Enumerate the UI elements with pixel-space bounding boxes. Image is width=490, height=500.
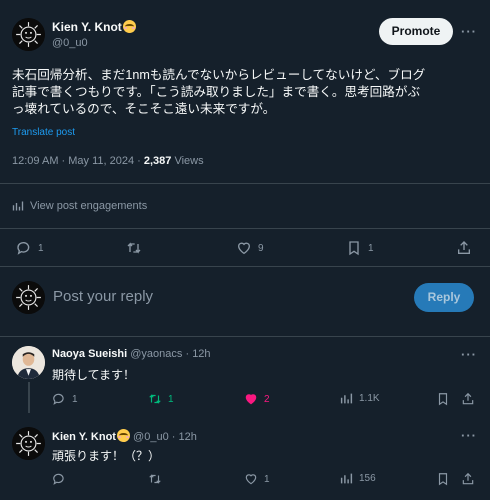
promote-button[interactable]: Promote: [379, 18, 453, 45]
views-action[interactable]: 1.1K: [340, 392, 380, 405]
reply-header: Kien Y. Knot @0_u0 · 12h: [52, 429, 197, 443]
engagements-icon: [12, 201, 24, 211]
divider: [0, 336, 490, 337]
share-action[interactable]: [461, 392, 475, 406]
retweet-action[interactable]: [148, 472, 168, 486]
reply-avatar[interactable]: [12, 346, 45, 379]
blushing-face-emoji-icon: [122, 20, 136, 33]
reply-input[interactable]: Post your reply: [53, 288, 153, 305]
share-icon: [462, 472, 474, 485]
like-action[interactable]: 1: [244, 472, 270, 486]
reply-author-handle[interactable]: @0_u0: [133, 431, 169, 443]
author-handle[interactable]: @0_u0: [52, 37, 88, 49]
sun-face-avatar-icon: [12, 281, 45, 314]
share-icon: [458, 241, 470, 254]
reply-author-handle[interactable]: @yaonacs: [130, 348, 182, 360]
divider: [0, 228, 490, 229]
bookmark-icon: [438, 393, 448, 406]
bookmark-icon: [349, 241, 359, 256]
like-action[interactable]: 9: [236, 240, 264, 256]
tweet-text: 未石回帰分析、まだ1nmも読んでないからレビューしてないけど、ブログ 記事で書く…: [12, 68, 426, 116]
retweet-icon: [149, 474, 161, 484]
share-action[interactable]: [456, 240, 472, 256]
reply-author-name[interactable]: Kien Y. Knot: [52, 429, 130, 443]
retweet-action[interactable]: 1: [148, 392, 174, 406]
reply-action[interactable]: [52, 472, 72, 486]
more-icon[interactable]: ···: [461, 347, 477, 362]
reply-action[interactable]: 1: [16, 240, 44, 256]
reply-text: 頑張ります！（？）: [52, 449, 161, 463]
views-count: 2,387: [143, 155, 172, 167]
blushing-face-emoji-icon: [116, 429, 130, 442]
reply-action[interactable]: 1: [52, 392, 78, 406]
person-avatar-icon: [12, 346, 45, 379]
divider: [0, 266, 490, 267]
bookmark-action[interactable]: [436, 472, 450, 486]
bookmark-action[interactable]: 1: [346, 240, 374, 256]
translate-post-link[interactable]: Translate post: [12, 127, 75, 138]
views-icon: [340, 473, 353, 484]
sun-face-avatar-icon: [12, 18, 45, 51]
views-label: Views: [174, 155, 204, 167]
share-action[interactable]: [461, 472, 475, 486]
author-name[interactable]: Kien Y. Knot: [52, 20, 136, 34]
retweet-icon: [149, 394, 161, 404]
reply-text: 期待してます！: [52, 368, 136, 382]
reply-author-name[interactable]: Naoya Sueishi: [52, 348, 127, 360]
like-action[interactable]: 2: [244, 392, 270, 406]
reply-icon: [53, 393, 64, 405]
views-icon: [340, 393, 353, 404]
retweet-action[interactable]: [126, 240, 148, 256]
share-icon: [462, 392, 474, 405]
reply-icon: [17, 242, 30, 255]
reply-icon: [53, 473, 64, 485]
reply-avatar[interactable]: [12, 427, 45, 460]
composer-avatar[interactable]: [12, 281, 45, 314]
reply-time[interactable]: · 12h: [185, 348, 210, 360]
view-engagements-link[interactable]: View post engagements: [12, 200, 147, 212]
views-action[interactable]: 156: [340, 472, 376, 485]
tweet-meta: 12:09 AM · May 11, 2024 · 2,387 Views: [12, 155, 204, 167]
tweet-timestamp[interactable]: 12:09 AM · May 11, 2024 ·: [12, 155, 144, 167]
like-icon: [237, 242, 251, 255]
like-icon: [245, 474, 257, 485]
retweet-icon: [127, 242, 141, 254]
like-icon: [245, 394, 257, 405]
author-avatar[interactable]: [12, 18, 45, 51]
bookmark-icon: [438, 473, 448, 486]
more-icon[interactable]: ···: [461, 428, 477, 443]
divider: [0, 183, 490, 184]
reply-button[interactable]: Reply: [414, 283, 474, 312]
sun-face-avatar-icon: [12, 427, 45, 460]
more-icon[interactable]: ···: [461, 24, 477, 39]
reply-header: Naoya Sueishi @yaonacs · 12h: [52, 348, 211, 360]
bookmark-action[interactable]: [436, 392, 450, 406]
reply-time[interactable]: · 12h: [172, 431, 197, 443]
thread-connector-line: [28, 382, 30, 413]
